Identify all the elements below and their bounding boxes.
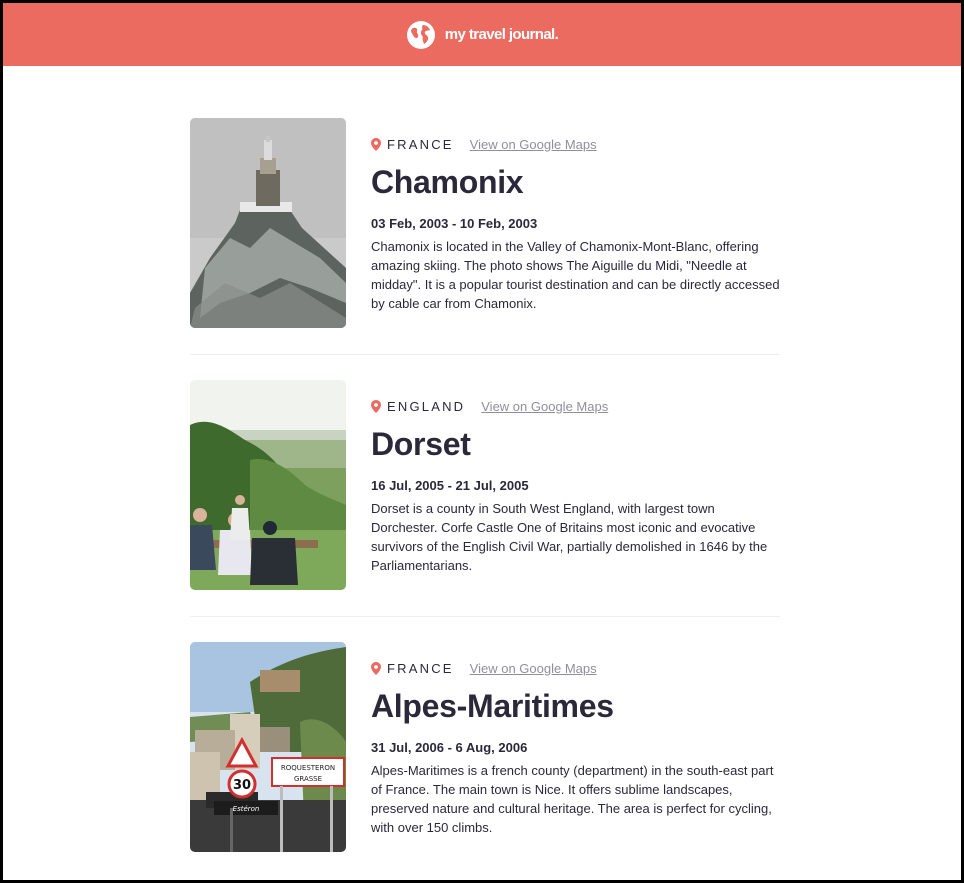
entry-title: Chamonix <box>371 164 524 200</box>
entry-title: Dorset <box>371 426 471 462</box>
entry-title: Alpes-Maritimes <box>371 688 614 724</box>
entry-meta: ENGLAND View on Google Maps <box>371 398 780 414</box>
entry-photo <box>190 118 346 328</box>
entry-divider <box>190 354 780 355</box>
location-pin-icon <box>371 399 381 413</box>
google-maps-link[interactable]: View on Google Maps <box>481 399 608 414</box>
journal-entry: ENGLAND View on Google Maps Dorset 16 Ju… <box>190 380 780 590</box>
globe-icon <box>406 20 435 49</box>
entry-photo: 30 ROQUESTERON GRASSE Estéron <box>190 642 346 852</box>
road-sign-line-1: ROQUESTERON <box>281 764 335 772</box>
entry-country: FRANCE <box>387 660 454 676</box>
entry-info: ENGLAND View on Google Maps Dorset 16 Ju… <box>371 380 780 590</box>
entry-description: Chamonix is located in the Valley of Cha… <box>371 239 780 311</box>
journal-entry: 30 ROQUESTERON GRASSE Estéron FRANCE Vie… <box>190 642 780 852</box>
entry-divider <box>190 616 780 617</box>
entry-meta: FRANCE View on Google Maps <box>371 136 780 152</box>
speed-limit-sign: 30 <box>233 778 251 793</box>
brand-name: my travel journal. <box>444 26 559 43</box>
entry-dates: 03 Feb, 2003 - 10 Feb, 2003 <box>371 216 538 231</box>
entry-dates: 31 Jul, 2006 - 6 Aug, 2006 <box>371 740 528 755</box>
app-header: my travel journal. <box>3 3 961 66</box>
entry-description: Alpes-Maritimes is a french county (depa… <box>371 763 774 835</box>
entry-country: ENGLAND <box>387 398 466 414</box>
entry-info: FRANCE View on Google Maps Alpes-Maritim… <box>371 642 780 852</box>
google-maps-link[interactable]: View on Google Maps <box>470 137 597 152</box>
google-maps-link[interactable]: View on Google Maps <box>470 661 597 676</box>
road-sign-line-2: GRASSE <box>294 775 322 783</box>
entry-info: FRANCE View on Google Maps Chamonix 03 F… <box>371 118 780 328</box>
entry-dates: 16 Jul, 2005 - 21 Jul, 2005 <box>371 478 529 493</box>
location-pin-icon <box>371 661 381 675</box>
journal-list: FRANCE View on Google Maps Chamonix 03 F… <box>190 118 780 852</box>
entry-meta: FRANCE View on Google Maps <box>371 660 780 676</box>
journal-entry: FRANCE View on Google Maps Chamonix 03 F… <box>190 118 780 328</box>
page-frame: my travel journal. FRANCE View on Google… <box>0 0 964 883</box>
entry-photo <box>190 380 346 590</box>
river-sign: Estéron <box>233 805 260 813</box>
entry-description: Dorset is a county in South West England… <box>371 501 768 573</box>
entry-country: FRANCE <box>387 136 454 152</box>
location-pin-icon <box>371 137 381 151</box>
